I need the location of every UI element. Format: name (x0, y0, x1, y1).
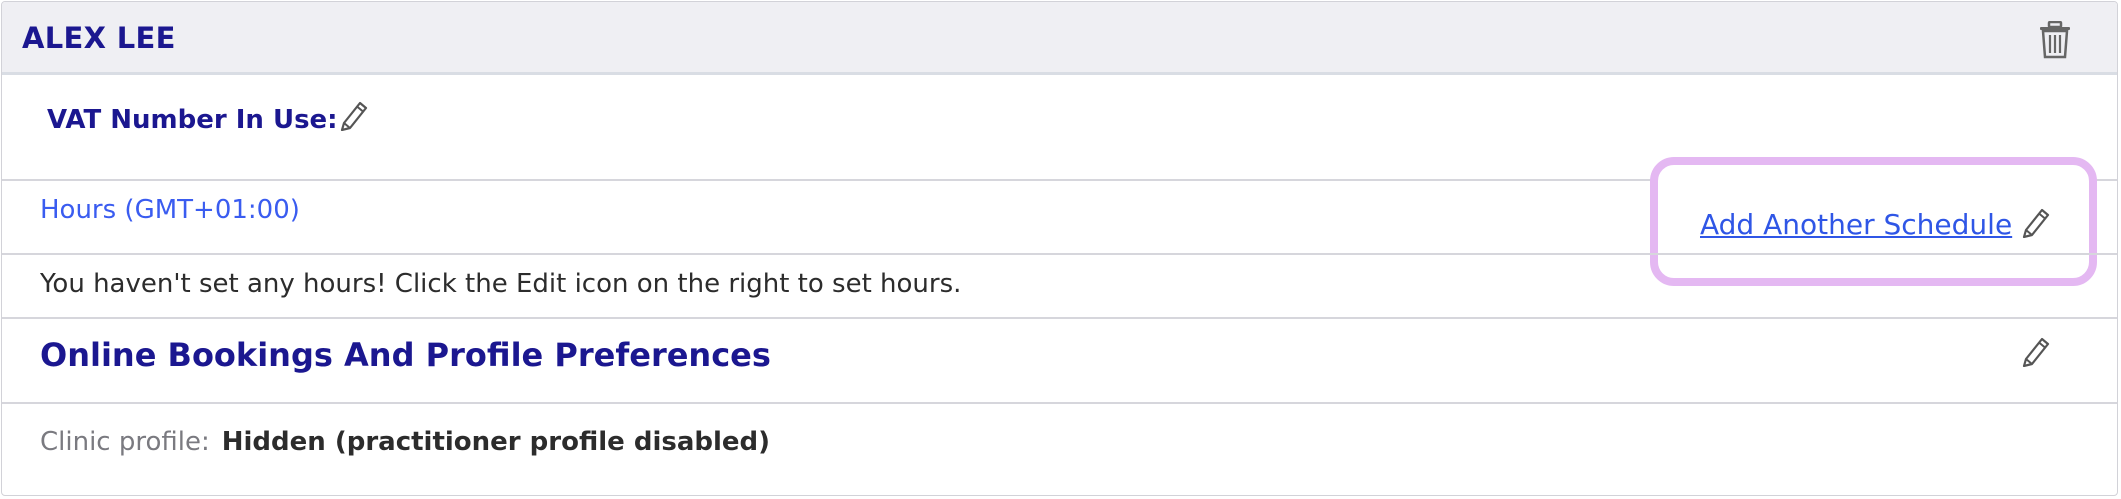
practitioner-card: ALEX LEE VAT Number In Use: Hours (GMT+0… (1, 1, 2118, 496)
clinic-profile-row: Clinic profile: Hidden (practitioner prof… (40, 427, 770, 457)
clinic-profile-label: Clinic profile: (40, 427, 210, 457)
card-header: ALEX LEE (2, 2, 2117, 75)
divider (2, 317, 2117, 319)
hours-empty-message: You haven't set any hours! Click the Edi… (40, 269, 962, 299)
trash-icon[interactable] (2038, 20, 2072, 59)
divider (2, 253, 2117, 255)
preferences-title: Online Bookings And Profile Preferences (40, 336, 771, 374)
vat-label: VAT Number In Use: (47, 105, 338, 135)
add-schedule-link[interactable]: Add Another Schedule (1700, 208, 2012, 241)
pencil-icon[interactable] (2020, 204, 2052, 239)
pencil-icon[interactable] (2020, 333, 2052, 368)
practitioner-name: ALEX LEE (22, 21, 176, 55)
divider (2, 402, 2117, 404)
clinic-profile-value: Hidden (practitioner profile disabled) (221, 427, 771, 457)
pencil-icon[interactable] (338, 97, 370, 132)
hours-label: Hours (GMT+01:00) (40, 195, 300, 225)
